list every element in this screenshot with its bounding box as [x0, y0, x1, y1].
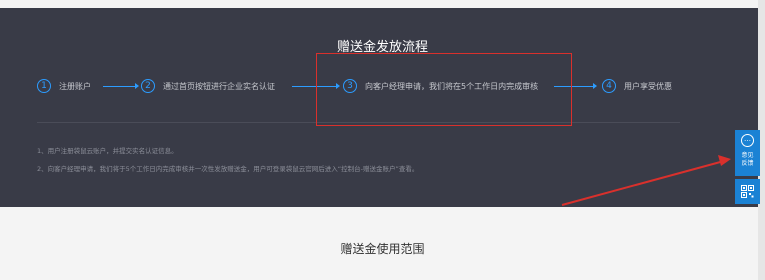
usage-title: 赠送金使用范围	[340, 242, 425, 256]
feedback-button[interactable]: … 意见反馈	[735, 130, 760, 176]
chat-bubble-icon: …	[741, 134, 754, 147]
qr-code-icon	[741, 185, 754, 198]
feedback-label: 意见反馈	[741, 152, 754, 167]
red-arrow-icon	[561, 155, 731, 206]
qr-code-button[interactable]	[735, 179, 760, 204]
floating-toolbar: … 意见反馈	[735, 130, 763, 204]
